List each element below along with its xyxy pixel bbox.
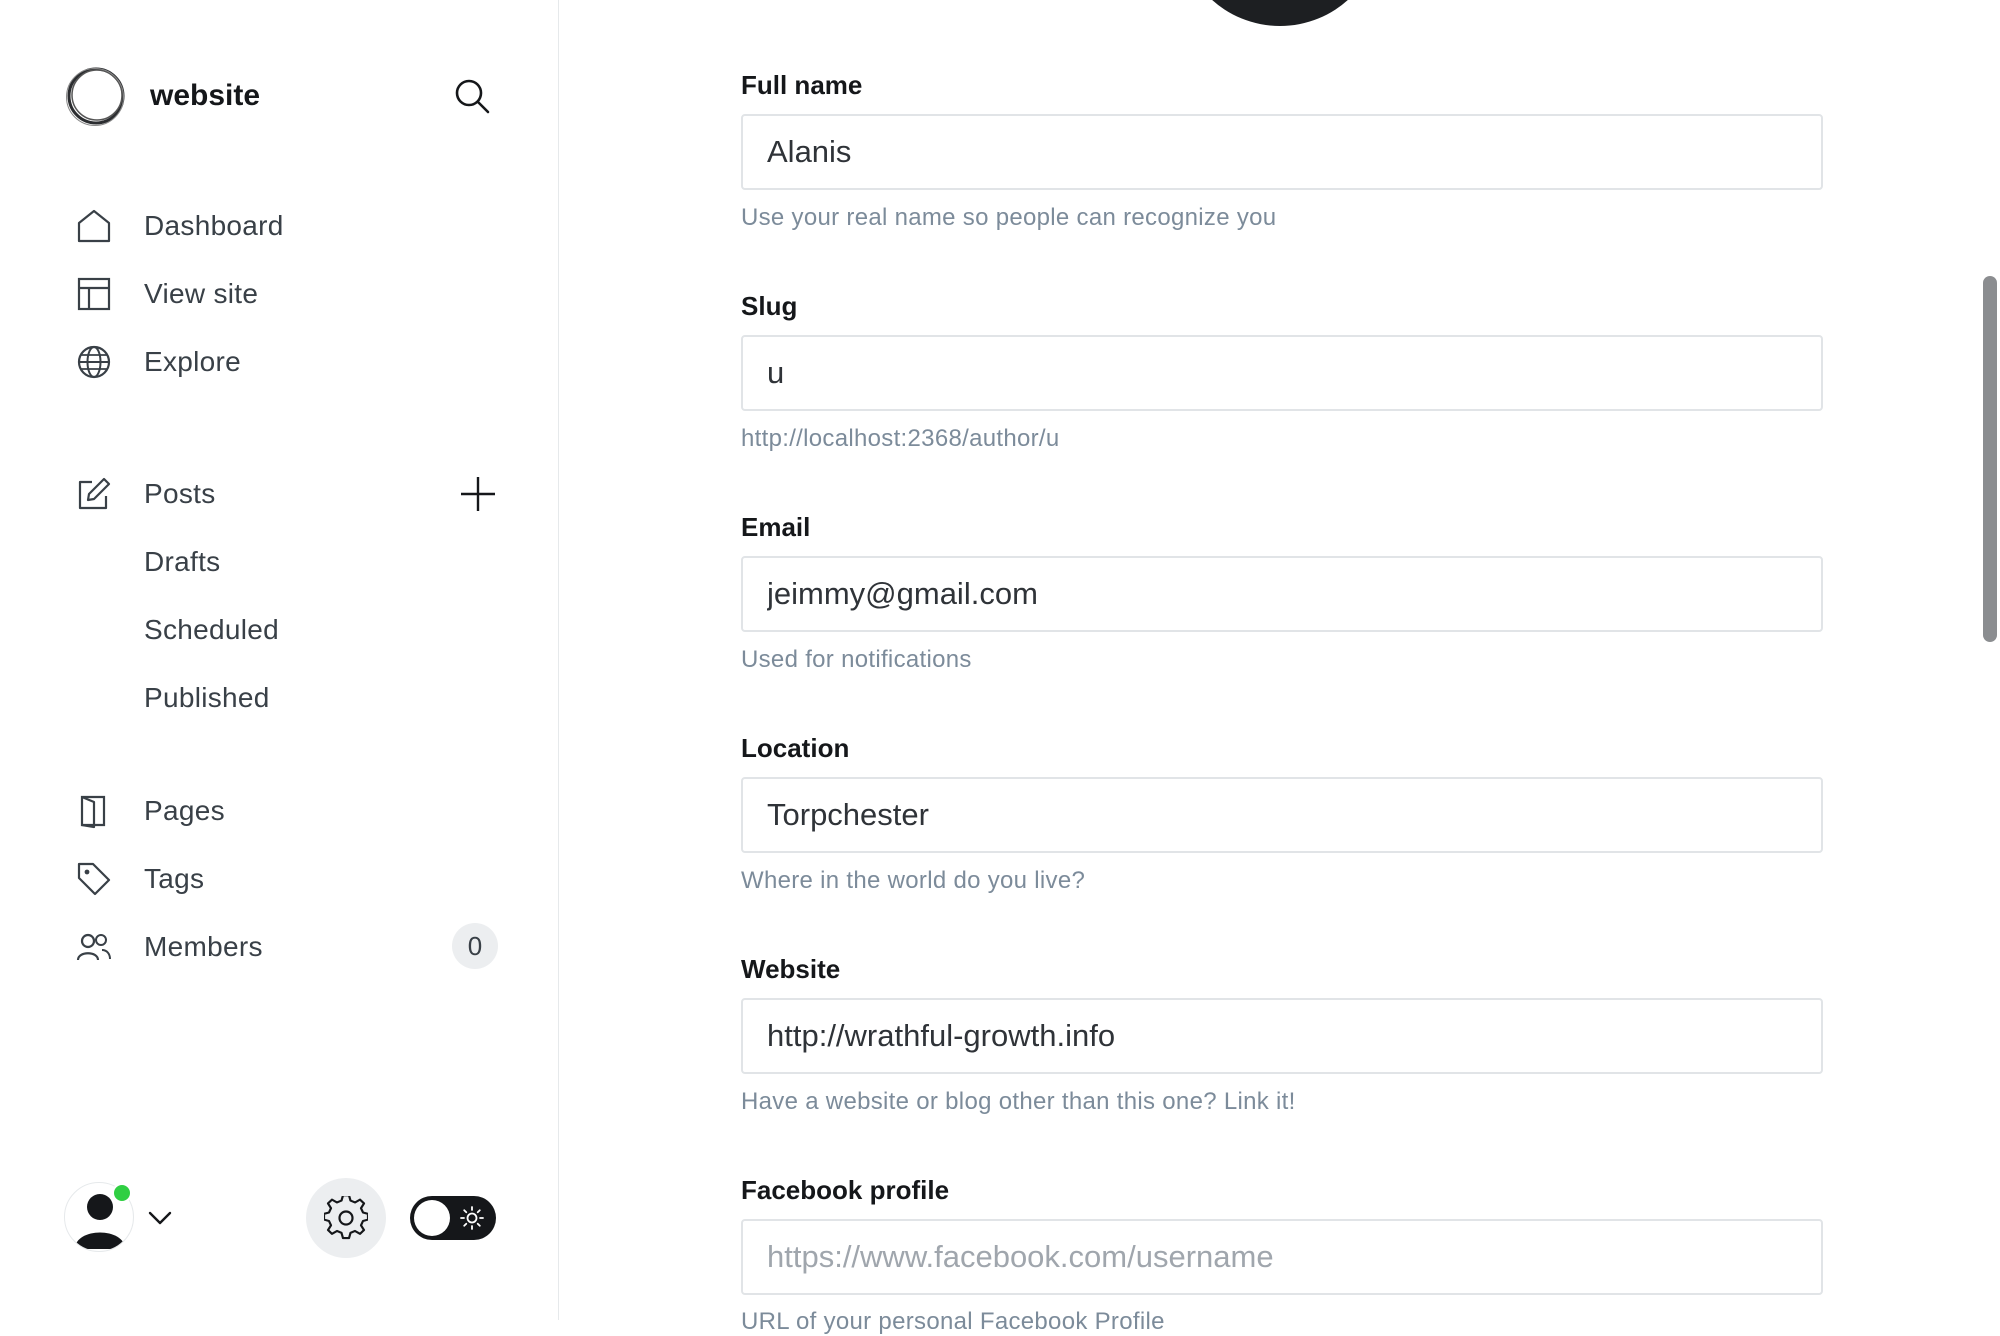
nav-label: Posts [144, 478, 216, 509]
theme-toggle[interactable] [410, 1196, 496, 1240]
nav-tags[interactable]: Tags [74, 853, 504, 905]
new-post-button[interactable] [456, 472, 500, 516]
tag-icon [74, 859, 114, 899]
scrollbar-track[interactable] [1980, 0, 2000, 1320]
email-help: Used for notifications [741, 646, 972, 673]
toggle-knob [414, 1200, 450, 1236]
nav-dashboard[interactable]: Dashboard [74, 200, 504, 252]
sun-icon [460, 1206, 484, 1230]
search-button[interactable] [450, 74, 494, 118]
email-label: Email [741, 512, 811, 542]
slug-input[interactable] [741, 335, 1823, 411]
page-icon [74, 791, 114, 831]
sidebar: website Dashboard View site Explore Post… [0, 0, 559, 1320]
nav-scheduled[interactable]: Scheduled [144, 606, 279, 654]
members-icon [74, 927, 114, 967]
nav-view-site[interactable]: View site [74, 268, 504, 320]
globe-icon [74, 342, 114, 382]
settings-button[interactable] [306, 1178, 386, 1258]
nav-members[interactable]: Members [74, 921, 434, 973]
facebook-label: Facebook profile [741, 1175, 950, 1205]
email-input[interactable] [741, 556, 1823, 632]
website-label: Website [741, 954, 841, 984]
nav-label: Pages [144, 795, 225, 826]
full-name-label: Full name [741, 70, 863, 100]
nav-label: Dashboard [144, 210, 284, 241]
chevron-down-icon[interactable] [146, 1204, 174, 1232]
layout-icon [74, 274, 114, 314]
website-input[interactable] [741, 998, 1823, 1074]
facebook-input[interactable] [741, 1219, 1823, 1295]
nav-label: Members [144, 931, 263, 962]
slug-url-preview: http://localhost:2368/author/u [741, 425, 1060, 452]
edit-icon [74, 474, 114, 514]
slug-label: Slug [741, 291, 798, 321]
website-help: Have a website or blog other than this o… [741, 1088, 1296, 1115]
full-name-input[interactable] [741, 114, 1823, 190]
nav-drafts[interactable]: Drafts [144, 538, 220, 586]
site-logo-icon [66, 67, 125, 126]
search-icon [455, 79, 490, 114]
facebook-help: URL of your personal Facebook Profile [741, 1308, 1165, 1335]
online-status-dot [112, 1183, 132, 1203]
gear-icon [324, 1196, 368, 1240]
location-label: Location [741, 733, 850, 763]
location-input[interactable] [741, 777, 1823, 853]
nav-pages[interactable]: Pages [74, 785, 504, 837]
nav-published[interactable]: Published [144, 674, 270, 722]
nav-posts[interactable]: Posts [74, 468, 434, 520]
nav-label: Explore [144, 346, 242, 377]
brand-name: website [150, 79, 261, 112]
brand[interactable]: website [64, 64, 260, 128]
profile-avatar-image[interactable] [1180, 0, 1380, 26]
scrollbar-thumb[interactable] [1983, 276, 1997, 642]
members-count-badge: 0 [452, 923, 498, 969]
nav-label: View site [144, 278, 259, 309]
home-icon [74, 206, 114, 246]
nav-label: Tags [144, 863, 205, 894]
plus-icon [461, 477, 495, 511]
nav-explore[interactable]: Explore [74, 336, 504, 388]
location-help: Where in the world do you live? [741, 867, 1086, 894]
full-name-help: Use your real name so people can recogni… [741, 204, 1277, 231]
